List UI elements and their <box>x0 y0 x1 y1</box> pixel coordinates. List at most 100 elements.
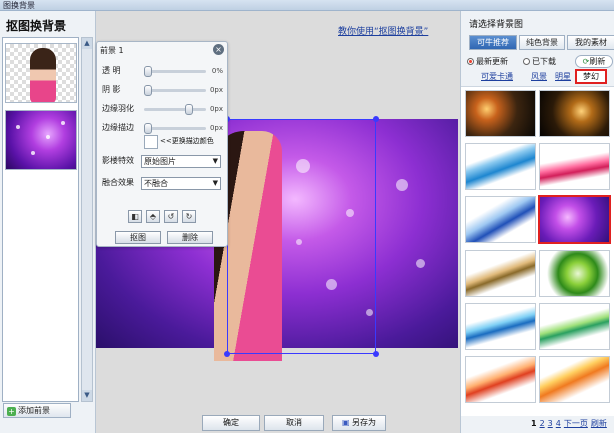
foreground-properties-panel: 前景 1 × 透 明 0% 阴 影 0px 边缘羽化 0px 边缘描边 0px … <box>96 41 228 247</box>
background-thumbnail[interactable] <box>465 143 536 190</box>
category-fantasy[interactable]: 梦幻 <box>575 69 607 84</box>
background-picker-title: 请选择背景图 <box>469 20 524 30</box>
layer-list-scrollbar[interactable]: ▲ ▼ <box>81 37 93 402</box>
category-stars[interactable]: 明星 <box>555 71 571 83</box>
chevron-down-icon: ▼ <box>212 157 218 165</box>
scroll-down-icon[interactable]: ▼ <box>82 390 92 401</box>
stroke-slider[interactable] <box>144 123 206 134</box>
radio-latest-label: 最新更新 <box>476 57 508 66</box>
opacity-row: 透 明 0% <box>100 65 226 77</box>
stroke-row: 边缘描边 0px <box>100 122 226 134</box>
radio-selected-icon <box>467 58 474 65</box>
background-thumbnail[interactable] <box>539 356 610 403</box>
background-picker-panel: 请选择背景图 可牛推荐 纯色背景 我的素材 最新更新 已下载 ⟳刷新 可爱卡通 … <box>460 11 614 433</box>
selection-box[interactable] <box>224 116 379 357</box>
slider-knob[interactable] <box>144 66 152 77</box>
feather-slider[interactable] <box>144 104 206 115</box>
effect-select-value: 原始图片 <box>144 157 176 166</box>
window-title: 图换背景 <box>3 1 35 10</box>
rotate-right-icon[interactable]: ↻ <box>182 210 196 223</box>
shadow-label: 阴 影 <box>102 85 121 94</box>
scroll-up-icon[interactable]: ▲ <box>82 38 92 49</box>
blend-label: 融合效果 <box>102 178 134 187</box>
refresh-label: 刷新 <box>589 57 606 66</box>
effect-select[interactable]: 原始图片 ▼ <box>141 155 221 168</box>
ok-button[interactable]: 确定 <box>202 415 260 431</box>
stroke-value: 0px <box>209 124 223 132</box>
flip-horizontal-icon[interactable]: ◧ <box>128 210 142 223</box>
resize-handle[interactable] <box>224 351 230 357</box>
page-link[interactable]: 2 <box>540 419 545 428</box>
flip-vertical-icon[interactable]: ⬘ <box>146 210 160 223</box>
stroke-color-swatch[interactable] <box>144 135 158 149</box>
opacity-value: 0% <box>211 67 223 75</box>
slider-knob[interactable] <box>184 104 193 115</box>
background-thumbnail[interactable] <box>539 303 610 350</box>
change-stroke-color-link[interactable]: <<更换描边颜色 <box>160 136 214 146</box>
radio-downloaded-label: 已下载 <box>532 57 556 66</box>
tab-solid-color[interactable]: 纯色背景 <box>519 35 565 50</box>
left-panel: 抠图换背景 ▲ ▼ + 添加前景 <box>0 11 96 433</box>
radio-icon <box>523 58 530 65</box>
opacity-slider[interactable] <box>144 66 206 77</box>
shadow-slider[interactable] <box>144 85 206 96</box>
page-link[interactable]: 4 <box>556 419 561 428</box>
page-link[interactable]: 1 <box>531 419 537 428</box>
category-scenery[interactable]: 风景 <box>531 71 547 83</box>
feather-value: 0px <box>209 105 223 113</box>
radio-latest[interactable]: 最新更新 <box>467 56 508 68</box>
category-bar: 可爱卡通 风景 明星 梦幻 <box>469 69 614 84</box>
resize-handle[interactable] <box>373 116 379 122</box>
category-cartoon[interactable]: 可爱卡通 <box>481 71 513 83</box>
save-as-label: 另存为 <box>352 418 377 427</box>
slider-knob[interactable] <box>144 85 152 96</box>
layer-list <box>2 37 79 402</box>
blend-select[interactable]: 不融合 ▼ <box>141 177 221 190</box>
background-thumbnail[interactable] <box>5 110 77 170</box>
pagination: 1 2 3 4 下一页 刷新 <box>531 418 610 430</box>
opacity-label: 透 明 <box>102 66 121 75</box>
save-icon: ▣ <box>341 418 353 427</box>
tab-my-materials[interactable]: 我的素材 <box>567 35 614 50</box>
background-thumbnail[interactable] <box>465 196 536 243</box>
tab-recommended[interactable]: 可牛推荐 <box>469 35 517 50</box>
shadow-value: 0px <box>209 86 223 94</box>
next-page-link[interactable]: 下一页 <box>564 419 588 428</box>
feather-label: 边缘羽化 <box>102 104 134 113</box>
title-bar: 图换背景 <box>0 0 614 11</box>
rotate-left-icon[interactable]: ↺ <box>164 210 178 223</box>
shadow-row: 阴 影 0px <box>100 84 226 96</box>
background-thumbnail[interactable] <box>465 90 536 137</box>
add-foreground-button[interactable]: + 添加前景 <box>3 403 71 418</box>
help-link[interactable]: 教你使用“抠图换背景” <box>338 24 428 37</box>
blend-select-value: 不融合 <box>144 179 168 188</box>
person-figure <box>30 48 56 102</box>
refresh-button[interactable]: ⟳刷新 <box>575 55 613 68</box>
radio-downloaded[interactable]: 已下载 <box>523 56 556 68</box>
foreground-thumbnail[interactable] <box>5 43 77 103</box>
delete-button[interactable]: 删除 <box>167 231 213 244</box>
background-thumbnail[interactable] <box>465 303 536 350</box>
effect-label: 影楼特效 <box>102 156 134 165</box>
slider-knob[interactable] <box>144 123 152 134</box>
cutout-button[interactable]: 抠图 <box>115 231 161 244</box>
background-thumbnail[interactable] <box>465 356 536 403</box>
resize-handle[interactable] <box>373 351 379 357</box>
save-as-button[interactable]: ▣ 另存为 <box>332 415 386 431</box>
background-thumbnail[interactable] <box>465 250 536 297</box>
panel-header: 前景 1 <box>100 46 124 55</box>
background-thumbnail-grid <box>461 86 614 416</box>
background-tabs: 可牛推荐 纯色背景 我的素材 <box>469 35 614 50</box>
cancel-button[interactable]: 取消 <box>264 415 324 431</box>
background-thumbnail[interactable] <box>539 250 610 297</box>
stroke-label: 边缘描边 <box>102 123 134 132</box>
close-icon[interactable]: × <box>213 44 224 55</box>
left-panel-title: 抠图换背景 <box>6 19 67 33</box>
background-thumbnail[interactable] <box>539 90 610 137</box>
background-thumbnail-selected[interactable] <box>538 195 611 244</box>
chevron-down-icon: ▼ <box>212 179 218 187</box>
page-link[interactable]: 3 <box>548 419 553 428</box>
pager-refresh-link[interactable]: 刷新 <box>591 419 607 428</box>
action-bar: 确定 取消 ▣ 另存为 <box>96 415 460 433</box>
background-thumbnail[interactable] <box>539 143 610 190</box>
